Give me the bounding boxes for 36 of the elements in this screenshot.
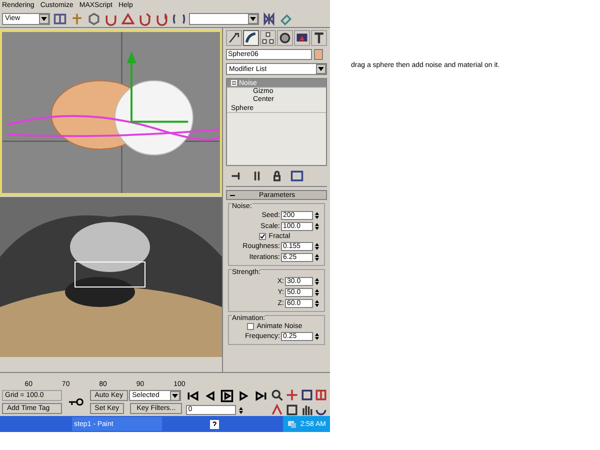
caret-icon — [41, 16, 47, 20]
panel-tab[interactable] — [277, 30, 293, 46]
modify-tab-icon — [244, 31, 258, 45]
go-to-start-icon[interactable] — [186, 389, 200, 403]
panel-tab[interactable] — [226, 30, 242, 46]
motion-tab-icon — [278, 31, 292, 45]
dropdown-button[interactable] — [39, 14, 49, 24]
dropdown-button[interactable] — [316, 64, 326, 74]
caret-icon — [172, 394, 178, 398]
selection-set-dropdown[interactable] — [189, 12, 259, 24]
go-to-end-icon[interactable] — [254, 389, 268, 403]
previous-frame-icon[interactable] — [203, 389, 218, 403]
layout-icon[interactable] — [53, 12, 67, 26]
cave-render-viewport-drawing[interactable] — [0, 197, 222, 357]
panel-tab[interactable] — [243, 30, 259, 46]
dropdown-button[interactable] — [248, 14, 258, 24]
dropdown-button[interactable] — [170, 390, 180, 400]
caret-icon — [250, 16, 256, 20]
panel-tab[interactable] — [311, 30, 327, 46]
create-tab-icon — [227, 31, 241, 45]
collapse-icon[interactable] — [231, 80, 237, 86]
panel-tab[interactable] — [294, 30, 310, 46]
play-icon[interactable] — [220, 389, 234, 403]
collapse-icon — [230, 192, 235, 198]
help-icon[interactable] — [210, 420, 219, 428]
zoom-icon[interactable] — [270, 388, 284, 402]
mirror-icon[interactable] — [262, 12, 276, 26]
panel-tab[interactable] — [260, 30, 276, 46]
object-color-swatch[interactable] — [314, 49, 323, 60]
caret-icon — [318, 67, 324, 71]
angle-snap-icon[interactable] — [121, 12, 135, 26]
hierarchy-tab-icon — [261, 31, 275, 45]
checkbox[interactable] — [258, 233, 266, 240]
utilities-tab-icon — [312, 31, 326, 45]
checkbox[interactable] — [246, 323, 254, 330]
key-icon[interactable] — [68, 398, 84, 406]
